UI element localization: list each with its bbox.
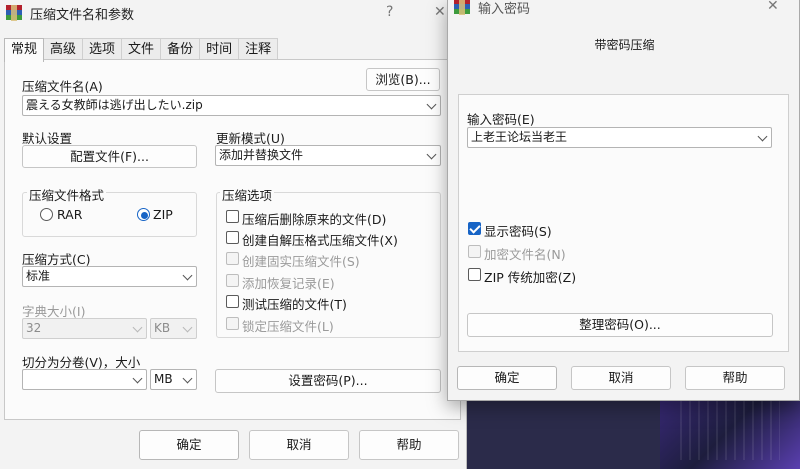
lock-archive-checkbox xyxy=(226,317,239,330)
zip-legacy-encryption-label[interactable]: ZIP 传统加密(Z) xyxy=(484,267,576,286)
tab-advanced[interactable]: 高级 xyxy=(43,38,84,61)
show-password-checkbox[interactable] xyxy=(468,222,481,235)
zip-legacy-encryption-checkbox[interactable] xyxy=(468,268,481,281)
chevron-down-icon xyxy=(132,322,143,333)
tab-bar: 常规 高级 选项 文件 备份 时间 注释 xyxy=(4,38,279,62)
zip-label[interactable]: ZIP xyxy=(153,207,173,222)
chevron-down-icon xyxy=(182,322,193,333)
rar-radio[interactable] xyxy=(40,208,53,221)
update-mode-select[interactable]: 添加并替换文件 xyxy=(215,145,441,166)
tab-backup[interactable]: 备份 xyxy=(160,38,201,61)
password-value: 上老王论坛当老王 xyxy=(471,130,568,144)
password-ok-button[interactable]: 确定 xyxy=(457,366,557,390)
sfx-checkbox[interactable] xyxy=(226,231,239,244)
split-unit-value: MB xyxy=(154,372,173,386)
solid-label: 创建固实压缩文件(S) xyxy=(242,254,360,269)
tab-options[interactable]: 选项 xyxy=(82,38,123,61)
encrypt-filenames-label: 加密文件名(N) xyxy=(484,247,566,262)
password-title-bar: 输入密码 xyxy=(448,0,800,20)
password-window-title: 输入密码 xyxy=(478,1,531,17)
tab-time[interactable]: 时间 xyxy=(199,38,240,61)
compression-options-label: 压缩选项 xyxy=(220,185,275,204)
password-dialog: 输入密码 ✕ 带密码压缩 输入密码(E) 上老王论坛当老王 显示密码(S) 加密… xyxy=(447,0,800,401)
encrypt-filenames-checkbox xyxy=(468,245,481,258)
window-title: 压缩文件名和参数 xyxy=(30,7,135,23)
update-mode-value: 添加并替换文件 xyxy=(219,148,304,162)
desktop-background xyxy=(660,390,800,469)
dictionary-unit-select: KB xyxy=(150,318,197,339)
test-files-checkbox[interactable] xyxy=(226,295,239,308)
split-volumes-input[interactable] xyxy=(22,369,147,390)
archive-name-value: 震える女教師は逃げ出したい.zip xyxy=(26,98,203,112)
dictionary-size-select: 32 xyxy=(22,318,147,339)
compression-method-value: 标准 xyxy=(26,269,51,283)
chevron-down-icon xyxy=(426,149,437,160)
password-help-button[interactable]: 帮助 xyxy=(685,366,785,390)
test-files-label[interactable]: 测试压缩的文件(T) xyxy=(242,294,347,313)
rar-label[interactable]: RAR xyxy=(57,207,82,222)
recovery-record-label: 添加恢复记录(E) xyxy=(242,276,335,291)
profiles-button[interactable]: 配置文件(F)... xyxy=(22,145,197,168)
split-unit-select[interactable]: MB xyxy=(150,369,197,390)
show-password-label[interactable]: 显示密码(S) xyxy=(484,221,552,240)
password-cancel-button[interactable]: 取消 xyxy=(571,366,671,390)
chevron-down-icon xyxy=(182,373,193,384)
set-password-button[interactable]: 设置密码(P)... xyxy=(215,369,441,393)
close-icon[interactable]: ✕ xyxy=(767,0,779,14)
password-heading: 带密码压缩 xyxy=(594,38,655,52)
winrar-icon xyxy=(6,5,22,21)
compression-method-select[interactable]: 标准 xyxy=(22,266,197,287)
chevron-down-icon xyxy=(426,99,437,110)
lock-archive-label: 锁定压缩文件(L) xyxy=(242,319,334,334)
chevron-down-icon xyxy=(132,373,143,384)
archive-name-label: 压缩文件名(A) xyxy=(22,79,103,94)
tab-comment[interactable]: 注释 xyxy=(238,38,279,61)
chevron-down-icon xyxy=(182,270,193,281)
help-icon[interactable]: ? xyxy=(386,4,393,20)
recovery-record-checkbox xyxy=(226,274,239,287)
archive-format-label: 压缩文件格式 xyxy=(27,185,107,204)
zip-radio[interactable] xyxy=(137,208,150,221)
help-button[interactable]: 帮助 xyxy=(359,430,459,460)
dictionary-unit-value: KB xyxy=(154,321,171,335)
organize-passwords-button[interactable]: 整理密码(O)... xyxy=(467,313,773,337)
password-input[interactable]: 上老王论坛当老王 xyxy=(467,127,772,148)
archive-name-combo[interactable]: 震える女教師は逃げ出したい.zip xyxy=(22,95,441,116)
close-icon[interactable]: ✕ xyxy=(434,4,446,20)
tab-general[interactable]: 常规 xyxy=(4,38,45,62)
delete-after-label[interactable]: 压缩后删除原来的文件(D) xyxy=(242,209,386,228)
password-label: 输入密码(E) xyxy=(467,112,535,127)
tab-files[interactable]: 文件 xyxy=(121,38,162,61)
sfx-label[interactable]: 创建自解压格式压缩文件(X) xyxy=(242,230,398,249)
delete-after-checkbox[interactable] xyxy=(226,210,239,223)
dictionary-size-value: 32 xyxy=(26,321,42,335)
cancel-button[interactable]: 取消 xyxy=(249,430,349,460)
title-bar: 压缩文件名和参数 xyxy=(0,0,467,26)
archive-parameters-dialog: 压缩文件名和参数 ? ✕ 常规 高级 选项 文件 备份 时间 注释 压缩文件名(… xyxy=(0,0,467,469)
ok-button[interactable]: 确定 xyxy=(139,430,239,460)
solid-checkbox xyxy=(226,252,239,265)
chevron-down-icon xyxy=(757,131,768,142)
browse-button[interactable]: 浏览(B)... xyxy=(366,68,440,91)
winrar-icon xyxy=(454,0,470,15)
